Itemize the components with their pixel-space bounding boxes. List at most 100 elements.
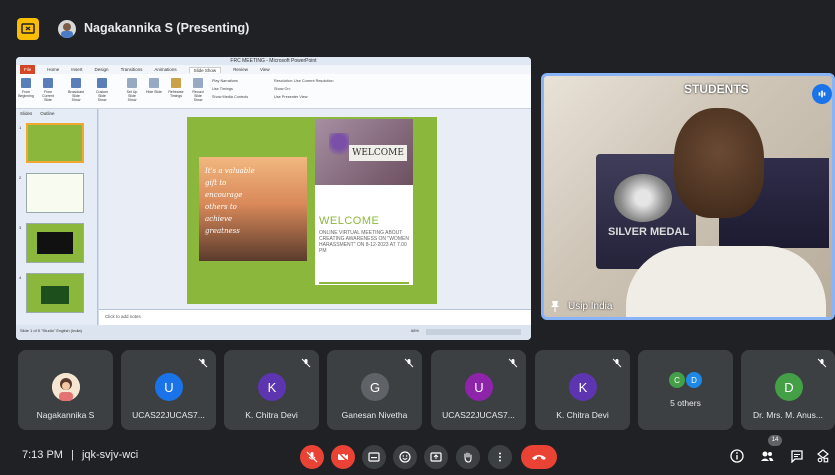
ppt-tab-transitions[interactable]: Transitions [121,67,143,72]
zoom-level: 68% [411,328,420,333]
current-slide[interactable]: It's a valuable gift to encourage others… [187,117,437,304]
participant-tile[interactable]: U UCAS22JUCAS7... [431,350,526,430]
captions-button[interactable] [362,445,386,469]
broadcast-icon [71,78,81,88]
info-icon[interactable] [730,449,744,463]
present-button[interactable] [424,445,448,469]
participant-tile[interactable]: Nagakannika S [18,350,113,430]
participant-name: K. Chitra Devi [245,410,298,420]
ppt-workspace: Slides Outline 1 2 3 4 It's a valuable g… [16,109,531,325]
raise-hand-button[interactable] [456,445,480,469]
pane-tabs: Slides Outline [16,109,97,118]
resolution-option[interactable]: Resolution: Use Current Resolution [274,79,334,83]
presenting-icon[interactable] [17,18,39,40]
slide-thumbnail[interactable] [26,173,84,213]
shared-screen: FRC MEETING - Microsoft PowerPoint File … [16,57,531,340]
hide-slide-button[interactable]: Hide Slide [146,78,162,98]
others-tile[interactable]: C D 5 others [638,350,733,430]
reactions-button[interactable] [393,445,417,469]
participant-name: Ganesan Nivetha [341,410,408,420]
record-slide-show-button[interactable]: Record Slide Show [190,78,206,102]
pin-icon[interactable] [550,300,560,312]
slides-pane: Slides Outline 1 2 3 4 [16,109,98,325]
video-tile[interactable]: STUDENTS SILVER MEDAL Usip India [541,73,835,320]
setup-icon [127,78,137,88]
show-on-option[interactable]: Show On: [274,87,291,91]
ppt-tab-review[interactable]: Review [233,67,248,72]
play-narrations-option[interactable]: Play Narrations [212,79,238,83]
notes-pane[interactable]: Click to add notes [99,309,531,325]
more-options-button[interactable] [488,445,512,469]
ppt-tab-insert[interactable]: Insert [71,67,82,72]
zoom-slider[interactable] [426,329,521,335]
avatar: K [569,373,597,401]
ppt-tab-slide-show[interactable]: Slide Show [188,66,222,73]
medal-text: SILVER MEDAL [608,226,690,238]
mic-off-icon [301,358,311,368]
avatar: G [361,373,389,401]
camera-toggle-button[interactable] [331,445,355,469]
thumb-number: 4 [19,275,22,280]
mic-off-icon [306,451,318,463]
ppt-status-bar: Slide 1 of 5 "Studio" English (India) 68… [16,325,531,340]
show-media-controls-option[interactable]: Show Media Controls [212,95,248,99]
hide-slide-icon [149,78,159,88]
participant-tile[interactable]: K K. Chitra Devi [535,350,630,430]
slide-thumbnail[interactable] [26,223,84,263]
emoji-icon [399,451,411,463]
from-beginning-button[interactable]: From Beginning [18,78,34,98]
ppt-ribbon: From Beginning From Current Slide Broadc… [16,74,531,109]
custom-show-icon [97,78,107,88]
avatar: U [465,373,493,401]
rehearse-timings-button[interactable]: Rehearse Timings [168,78,184,98]
participant-name: K. Chitra Devi [556,410,609,420]
speaking-indicator-icon [812,84,832,104]
welcome-panel: WELCOME ONLINE VIRTUAL MEETING ABOUT CRE… [315,185,413,285]
participant-tile[interactable]: U UCAS22JUCAS7... [121,350,216,430]
record-icon [193,78,203,88]
ppt-tab-design[interactable]: Design [95,67,109,72]
presenter-avatar [58,20,76,38]
participant-tile[interactable]: G Ganesan Nivetha [327,350,422,430]
activities-icon[interactable] [816,449,830,463]
outline-tab[interactable]: Outline [40,111,54,116]
ppt-tab-animations[interactable]: Animations [154,67,176,72]
mic-off-icon [612,358,622,368]
avatar: K [258,373,286,401]
use-timings-option[interactable]: Use Timings [212,87,233,91]
medal-image [614,174,672,222]
presenter-view-option[interactable]: Use Presenter View [274,95,307,99]
custom-slide-show-button[interactable]: Custom Slide Show [94,78,110,102]
slide-thumbnail[interactable] [26,123,84,163]
thumb-number: 3 [19,225,22,230]
participant-name: UCAS22JUCAS7... [442,410,515,420]
mic-off-icon [817,358,827,368]
set-up-slide-show-button[interactable]: Set Up Slide Show [124,78,140,102]
ppt-tab-file[interactable]: File [20,65,36,74]
slide-editor: It's a valuable gift to encourage others… [99,109,531,325]
top-bar: Nagakannika S (Presenting) [0,0,835,52]
ppt-tab-home[interactable]: Home [47,67,59,72]
participant-name: Dr. Mrs. M. Anus... [753,410,823,420]
chat-icon[interactable] [790,449,804,463]
mic-toggle-button[interactable] [300,445,324,469]
slide-quote: It's a valuable gift to encourage others… [205,167,255,235]
participant-tile[interactable]: K K. Chitra Devi [224,350,319,430]
people-icon[interactable] [760,449,774,463]
control-bar: 7:13 PM | jqk-svjv-wci 14 [0,435,835,475]
broadcast-button[interactable]: Broadcast Slide Show [68,78,84,102]
participant-tile[interactable]: D Dr. Mrs. M. Anus... [741,350,835,430]
avatar: D [775,373,803,401]
avatar: C [669,372,685,388]
mic-off-icon [404,358,414,368]
slide-thumbnail[interactable] [26,273,84,313]
participant-count-badge: 14 [768,435,782,446]
hang-up-icon [532,455,546,460]
from-current-slide-button[interactable]: From Current Slide [40,78,56,102]
leave-call-button[interactable] [521,445,557,469]
ppt-tab-view[interactable]: View [260,67,270,72]
slides-tab[interactable]: Slides [20,111,32,116]
welcome-photo: WELCOME [315,119,413,185]
more-vert-icon [499,452,501,462]
ppt-window-title: FRC MEETING - Microsoft PowerPoint [16,57,531,65]
